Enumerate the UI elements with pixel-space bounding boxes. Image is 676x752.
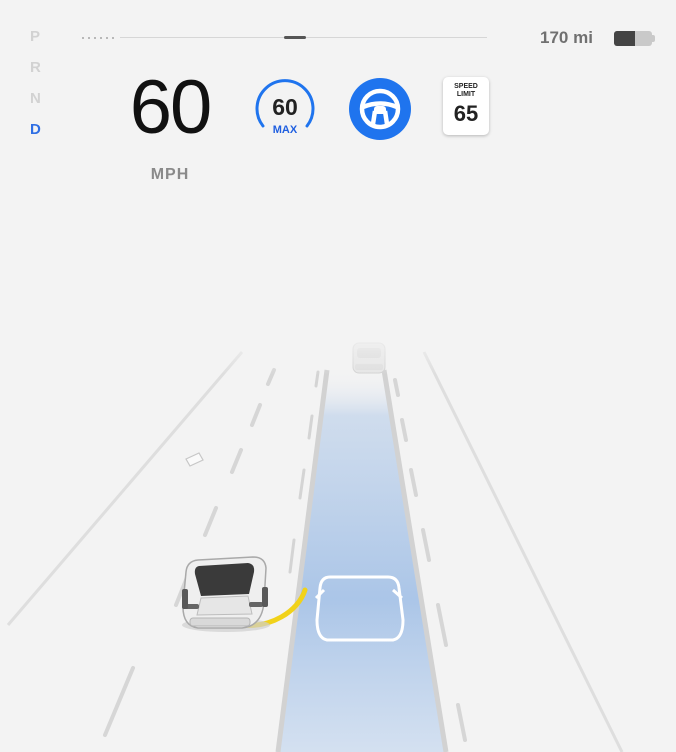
driver-display: P R N D 170 mi 60 MPH 60 MAX SPEED LIMIT… — [0, 0, 676, 752]
set-speed-label: MAX — [272, 124, 298, 136]
gear-reverse: R — [30, 59, 41, 76]
range-readout: 170 mi — [540, 28, 593, 47]
set-speed-value: 60 — [272, 94, 298, 120]
gear-selector: P R N D — [30, 28, 50, 152]
road-visualization — [0, 330, 676, 752]
lane-dashes-far-left — [103, 368, 276, 737]
adjacent-vehicle — [182, 556, 270, 632]
speed-unit: MPH — [150, 166, 190, 183]
gear-drive: D — [30, 121, 41, 138]
autosteer-indicator[interactable] — [349, 78, 411, 140]
speed-limit-line1: SPEED — [454, 83, 478, 90]
steering-wheel-icon — [359, 88, 401, 130]
road-object-marker — [185, 452, 204, 467]
speed-limit-value: 65 — [453, 101, 479, 126]
status-line — [82, 36, 487, 39]
gear-neutral: N — [30, 90, 41, 107]
gear-park: P — [30, 28, 41, 45]
speed-limit-sign: SPEED LIMIT 65 — [443, 77, 489, 135]
current-speed: 60 — [129, 65, 213, 150]
road-edge-right — [422, 351, 624, 752]
set-speed-indicator[interactable]: 60 MAX — [253, 78, 317, 142]
battery-icon — [614, 31, 656, 46]
status-line-dots — [82, 37, 116, 39]
speed-limit-line2: LIMIT — [456, 91, 476, 98]
status-line-marker — [284, 36, 306, 39]
